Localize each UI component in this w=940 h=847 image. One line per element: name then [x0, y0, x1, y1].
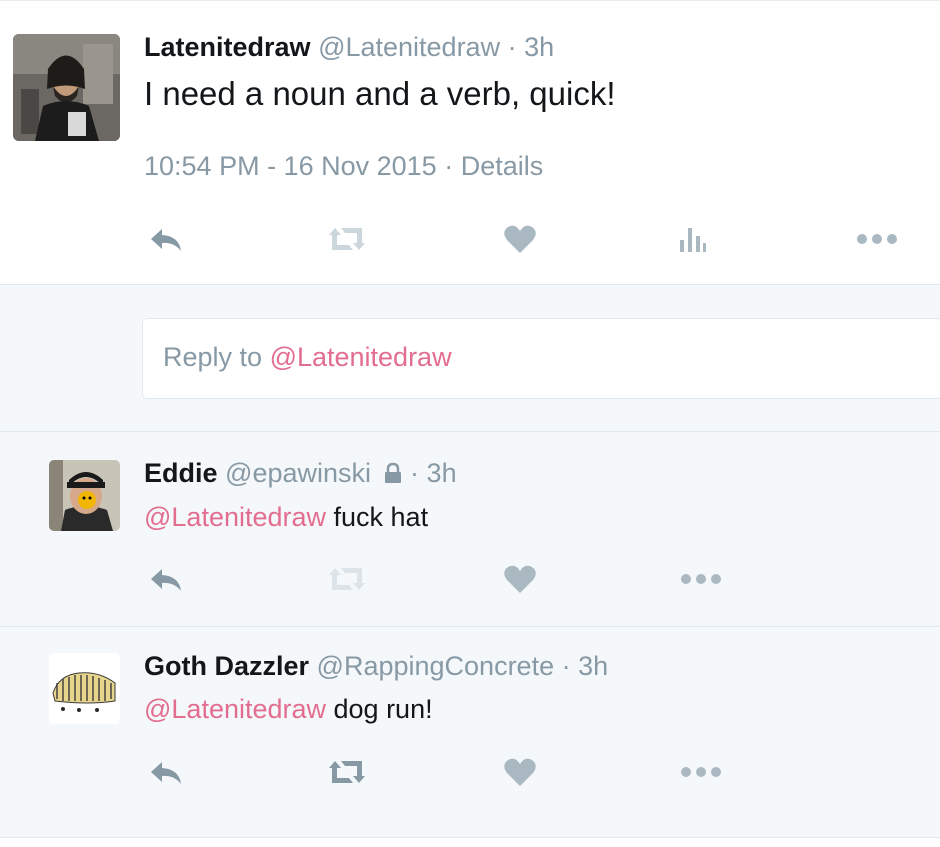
author-handle[interactable]: @Latenitedraw — [318, 32, 500, 62]
tweet-header: Goth Dazzler @RappingConcrete · 3h — [144, 651, 608, 682]
author-handle[interactable]: @RappingConcrete — [317, 651, 555, 681]
reply-mention: @Latenitedraw — [269, 342, 452, 372]
like-icon — [504, 225, 536, 253]
tweet-text: I need a noun and a verb, quick! — [144, 75, 616, 112]
mention-link[interactable]: @Latenitedraw — [144, 694, 326, 724]
separator: · — [444, 151, 454, 181]
reply-button[interactable] — [146, 750, 186, 794]
more-button[interactable] — [852, 217, 902, 261]
relative-time[interactable]: 3h — [524, 32, 554, 62]
tweet-text: @Latenitedraw dog run! — [144, 694, 433, 725]
tweet-meta: 10:54 PM - 16 Nov 2015 · Details — [144, 151, 543, 182]
relative-time[interactable]: 3h — [427, 458, 457, 488]
author-fullname[interactable]: Latenitedraw — [144, 32, 311, 62]
lock-icon — [384, 462, 401, 483]
separator: · — [561, 651, 571, 681]
main-tweet: Latenitedraw @Latenitedraw · 3h I need a… — [0, 0, 940, 285]
reply-button[interactable] — [146, 557, 186, 601]
more-icon — [857, 234, 897, 244]
reply-composer-area: Reply to @Latenitedraw — [0, 285, 940, 432]
tweet-actions — [0, 217, 940, 261]
reply-input[interactable]: Reply to @Latenitedraw — [142, 318, 940, 399]
reply-placeholder: Reply to @Latenitedraw — [163, 342, 452, 373]
tweet-body: dog run! — [326, 694, 433, 724]
avatar[interactable] — [13, 34, 120, 141]
tweet-body: fuck hat — [326, 502, 429, 532]
more-button[interactable] — [676, 557, 726, 601]
timestamp[interactable]: 10:54 PM - 16 Nov 2015 — [144, 151, 437, 181]
tweet-text: @Latenitedraw fuck hat — [144, 502, 428, 533]
analytics-icon — [680, 228, 706, 252]
reply-prefix: Reply to — [163, 342, 270, 372]
author-fullname[interactable]: Eddie — [144, 458, 218, 488]
tweet-page: Latenitedraw @Latenitedraw · 3h I need a… — [0, 0, 940, 847]
like-button[interactable] — [500, 557, 540, 601]
retweet-button[interactable] — [322, 750, 372, 794]
relative-time[interactable]: 3h — [578, 651, 608, 681]
retweet-button[interactable] — [322, 217, 372, 261]
mention-link[interactable]: @Latenitedraw — [144, 502, 326, 532]
reply-button[interactable] — [146, 217, 186, 261]
author-fullname[interactable]: Goth Dazzler — [144, 651, 309, 681]
avatar[interactable] — [49, 460, 120, 531]
retweet-icon — [329, 228, 365, 250]
reply-icon — [151, 762, 181, 784]
details-link[interactable]: Details — [461, 151, 544, 181]
like-icon — [504, 758, 536, 786]
reply-icon — [151, 569, 181, 591]
author-handle[interactable]: @epawinski — [225, 458, 371, 488]
avatar[interactable] — [49, 653, 120, 724]
retweet-icon — [329, 761, 365, 783]
analytics-button[interactable] — [674, 217, 710, 261]
like-icon — [504, 565, 536, 593]
more-button[interactable] — [676, 750, 726, 794]
reply-icon — [151, 229, 181, 251]
tweet-actions — [0, 750, 940, 794]
more-icon — [681, 767, 721, 777]
tweet-header: Eddie @epawinski · 3h — [144, 458, 457, 489]
separator: · — [507, 32, 517, 62]
like-button[interactable] — [500, 217, 540, 261]
retweet-icon — [329, 568, 365, 590]
tweet-header: Latenitedraw @Latenitedraw · 3h — [144, 32, 554, 63]
separator: · — [410, 458, 420, 488]
retweet-button[interactable] — [322, 557, 372, 601]
more-icon — [681, 574, 721, 584]
reply-tweet: Eddie @epawinski · 3h @Latenitedraw fuck… — [0, 432, 940, 627]
like-button[interactable] — [500, 750, 540, 794]
reply-tweet: Goth Dazzler @RappingConcrete · 3h @Late… — [0, 627, 940, 838]
tweet-actions — [0, 557, 940, 601]
